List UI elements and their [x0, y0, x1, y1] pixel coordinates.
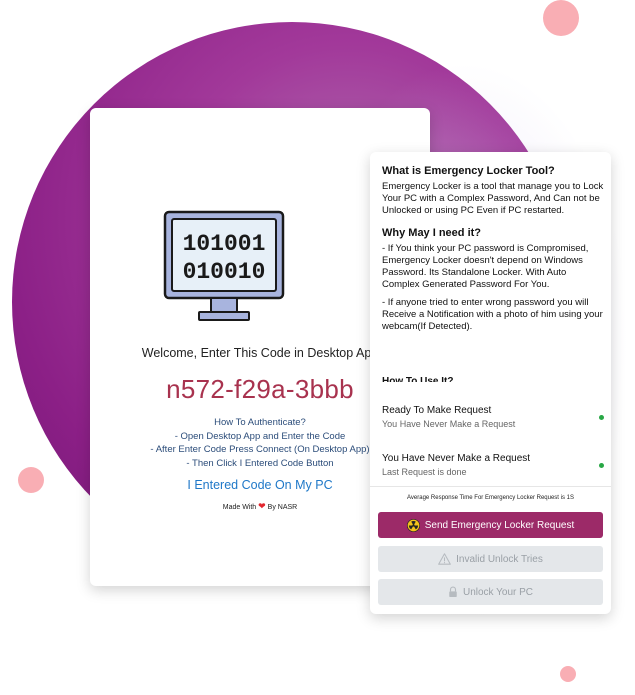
- made-with-prefix: Made With: [222, 504, 257, 511]
- info-section: What is Emergency Locker Tool? Emergency…: [382, 165, 604, 339]
- decor-dot-top: [543, 0, 579, 36]
- lock-icon: [448, 586, 458, 598]
- warning-icon: [438, 553, 452, 565]
- decor-dot-bottom: [560, 666, 576, 682]
- unlock-pc-button[interactable]: Unlock Your PC: [378, 579, 603, 605]
- invalid-unlock-tries-button[interactable]: Invalid Unlock Tries: [378, 546, 603, 572]
- computer-binary-icon: 101001 010010: [163, 210, 285, 321]
- heart-icon: ❤: [258, 501, 266, 511]
- status-title: You Have Never Make a Request: [382, 453, 531, 464]
- binary-line-1: 101001: [183, 231, 266, 257]
- status-title: Ready To Make Request: [382, 405, 492, 416]
- how-to-title: How To Use It?: [382, 376, 454, 382]
- status-subtitle: Last Request is done: [382, 467, 467, 477]
- decor-dot-left: [18, 467, 44, 493]
- made-with-suffix: By NASR: [267, 504, 298, 511]
- divider: [370, 486, 611, 487]
- avg-response-text: Average Response Time For Emergency Lock…: [407, 495, 574, 501]
- send-emergency-request-button[interactable]: Send Emergency Locker Request: [378, 512, 603, 538]
- what-text: Emergency Locker is a tool that manage y…: [382, 181, 604, 216]
- status-last-request: You Have Never Make a Request Last Reque…: [382, 453, 604, 477]
- why-title: Why May I need it?: [382, 227, 482, 239]
- binary-line-2: 010010: [183, 259, 266, 285]
- what-title: What is Emergency Locker Tool?: [382, 165, 555, 177]
- status-dot-icon: [599, 415, 604, 420]
- status-ready: Ready To Make Request You Have Never Mak…: [382, 405, 604, 429]
- radiation-icon: [406, 518, 420, 532]
- status-subtitle: You Have Never Make a Request: [382, 419, 516, 429]
- invalid-button-label: Invalid Unlock Tries: [456, 553, 543, 565]
- status-dot-icon: [599, 463, 604, 468]
- unlock-button-label: Unlock Your PC: [462, 586, 534, 598]
- why-text-1: - If You think your PC password is Compr…: [382, 243, 589, 290]
- send-button-label: Send Emergency Locker Request: [424, 519, 575, 531]
- why-text-2: - If anyone tried to enter wrong passwor…: [382, 297, 603, 332]
- locker-panel: What is Emergency Locker Tool? Emergency…: [370, 152, 611, 614]
